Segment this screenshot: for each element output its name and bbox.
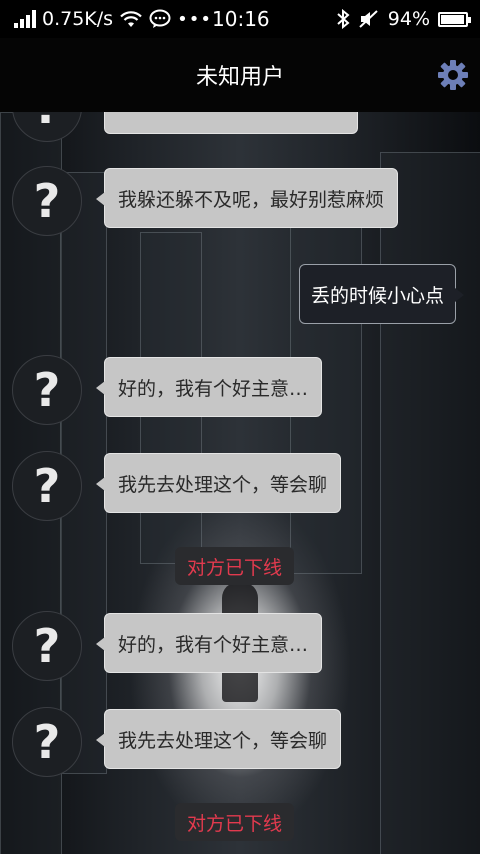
mute-icon [359,10,378,28]
incoming-message-bubble[interactable]: 好的，我有个好主意… [95,613,323,673]
network-speed: 0.75K/s [42,8,114,30]
unknown-user-icon: ? [33,363,61,417]
avatar[interactable]: ? [12,166,82,236]
message-text: 我躲还躲不及呢，最好别惹麻烦 [118,188,385,211]
more-icon: ••• [177,8,212,30]
battery-percent: 94% [387,8,430,30]
incoming-message-bubble[interactable]: 好的，我有个好主意… [95,357,323,417]
chat-notification-icon [149,9,171,28]
incoming-message-bubble[interactable]: 我躲还躲不及呢，最好别惹麻烦 [95,168,399,228]
page-title: 未知用户 [195,65,284,90]
gear-icon[interactable] [437,59,469,91]
bluetooth-icon [337,9,350,29]
avatar[interactable]: ? [12,355,82,425]
avatar[interactable]: ? [12,611,82,681]
incoming-message-bubble[interactable]: 我先去处理这个，等会聊 [95,453,342,513]
wifi-icon [120,11,142,27]
signal-icon [14,10,36,28]
avatar[interactable]: ? [12,707,82,777]
status-bar: 0.75K/s ••• 10:16 94% [0,0,480,38]
status-time: 10:16 [212,7,270,31]
unknown-user-icon: ? [33,174,61,228]
unknown-user-icon: ? [33,459,61,513]
unknown-user-icon: ? [33,715,61,769]
chat-screen: 0.75K/s ••• 10:16 94% 未知用户 ? 我躲还躲不及呢，最好别… [0,0,480,854]
unknown-user-icon: ? [33,619,61,673]
message-text: 我先去处理这个，等会聊 [118,729,328,752]
message-text: 我先去处理这个，等会聊 [118,473,328,496]
title-bar: 未知用户 [0,38,480,112]
status-left: 0.75K/s ••• [14,0,212,38]
background-building [380,152,480,854]
incoming-message-bubble[interactable]: 我先去处理这个，等会聊 [95,709,342,769]
battery-icon [438,11,471,27]
system-notice: 对方已下线 [175,547,295,585]
message-text: 好的，我有个好主意… [118,377,309,400]
message-text: 丢的时候小心点 [310,284,444,307]
system-notice: 对方已下线 [175,803,295,841]
status-right: 94% [336,0,471,38]
avatar[interactable]: ? [12,451,82,521]
outgoing-message-bubble[interactable]: 丢的时候小心点 [298,264,465,324]
message-text: 好的，我有个好主意… [118,633,309,656]
